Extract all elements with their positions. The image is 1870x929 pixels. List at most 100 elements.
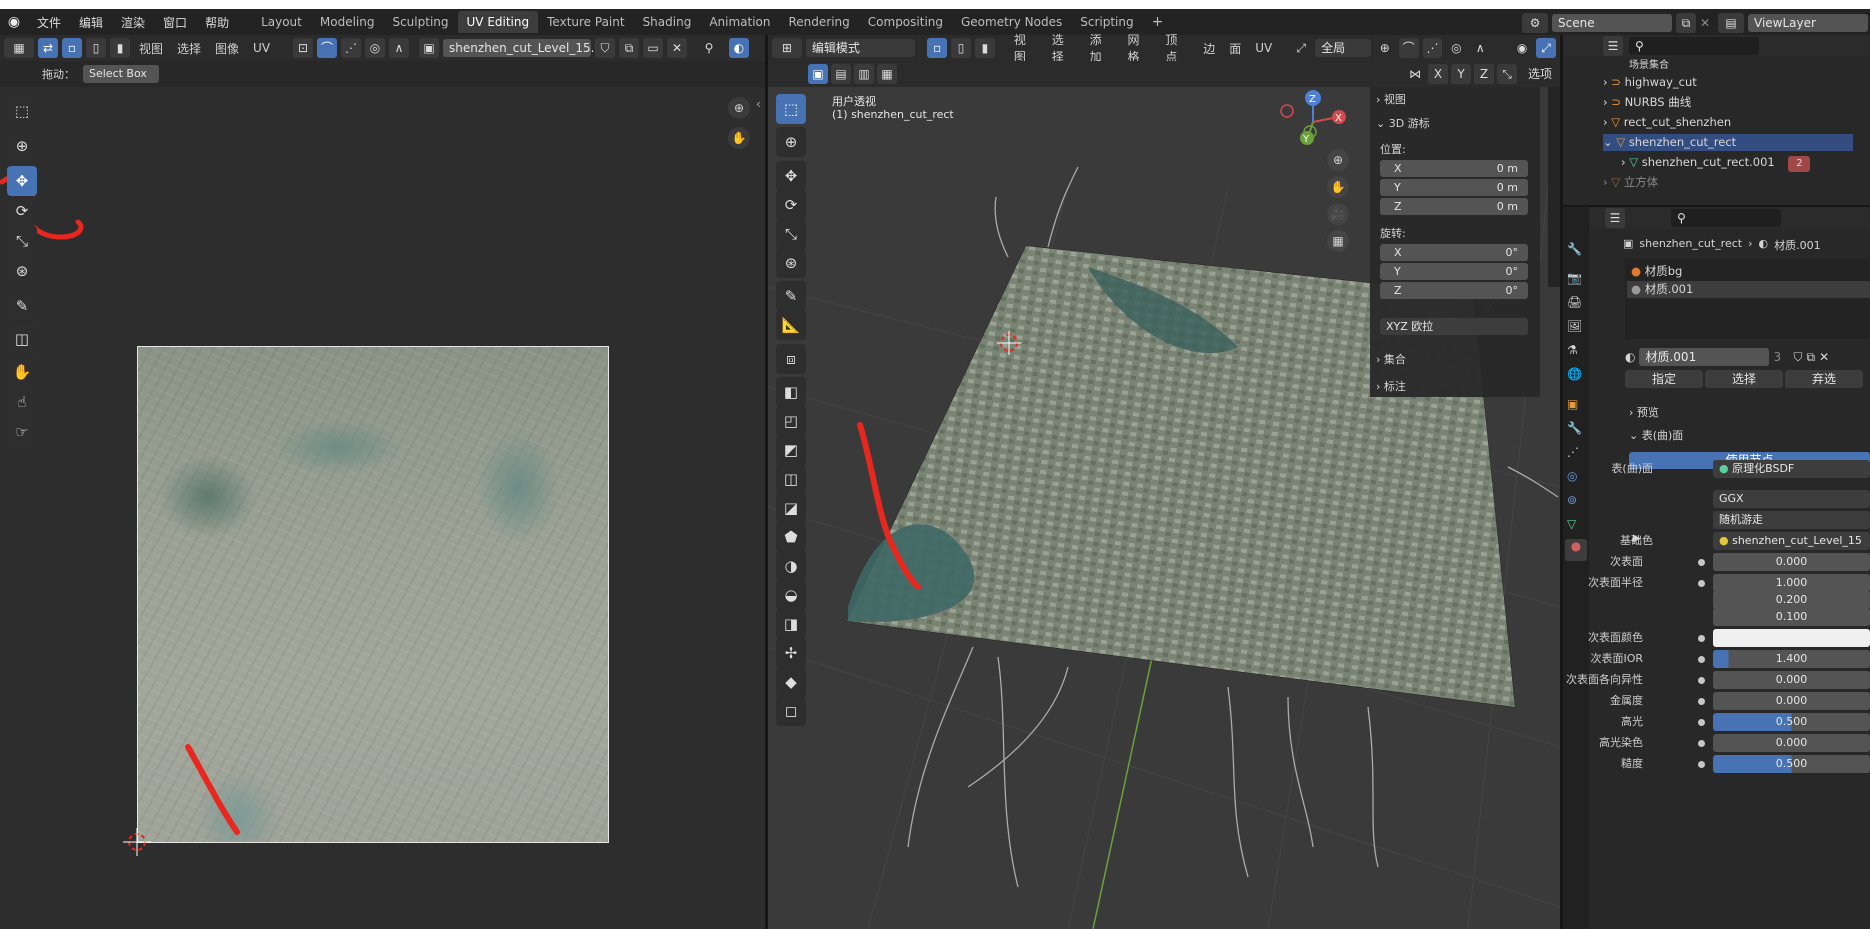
uv-menu-view[interactable]: 视图 [134, 40, 168, 57]
pivot-icon[interactable]: ⊡ [293, 38, 314, 58]
prop-value-field[interactable] [1713, 629, 1870, 647]
add-workspace-icon[interactable]: + [1143, 11, 1173, 33]
vp-menu-uv[interactable]: UV [1250, 41, 1277, 55]
prop-value-field[interactable]: 0.100 [1713, 608, 1870, 626]
tab-rendering[interactable]: Rendering [780, 11, 859, 33]
cursor-rot-z[interactable]: Z 0° [1380, 282, 1528, 299]
smooth-tool[interactable]: ◒ [776, 580, 806, 610]
socket-dot-icon[interactable] [1698, 740, 1705, 747]
tab-sculpting[interactable]: Sculpting [383, 11, 457, 33]
object-tab-icon[interactable]: ▣ [1567, 397, 1578, 411]
particles-tab-icon[interactable]: ⋰ [1567, 445, 1579, 459]
pin-icon[interactable]: ⚲ [699, 38, 719, 58]
n-annotation-section[interactable]: › 标注 [1376, 378, 1536, 396]
select-extend-icon[interactable]: ▤ [831, 64, 851, 84]
drag-mode-select[interactable]: Select Box [83, 65, 159, 83]
select-box-tool[interactable]: ⬚ [7, 96, 37, 126]
vp-menu-edge[interactable]: 边 [1198, 40, 1220, 57]
duplicate-material-icon[interactable]: ⧉ [1807, 350, 1816, 365]
falloff-icon[interactable]: ∧ [389, 38, 410, 58]
menu-help[interactable]: 帮助 [196, 14, 238, 31]
prop-value-field[interactable]: 0.000 [1713, 553, 1870, 571]
tool-tab-icon[interactable]: 🔧 [1567, 242, 1582, 256]
cursor-loc-y[interactable]: Y 0 m [1380, 179, 1528, 196]
outliner-filter-icon[interactable]: ☰ [1603, 36, 1623, 56]
tab-texture-paint[interactable]: Texture Paint [538, 11, 633, 33]
vp-annotate-tool[interactable]: ✎ [776, 281, 806, 311]
slot-item-bg[interactable]: ● 材质bg [1631, 263, 1682, 280]
sss-method-select[interactable]: 随机游走 [1713, 511, 1870, 529]
editor-type-icon[interactable]: ▦ [4, 38, 34, 58]
face-select-icon[interactable]: ▮ [110, 38, 130, 58]
relax-tool[interactable]: ☝ [7, 387, 37, 417]
knife-tool[interactable]: ◪ [776, 493, 806, 523]
vp-menu-face[interactable]: 面 [1224, 40, 1246, 57]
auto-merge-icon[interactable]: ⤡ [1497, 64, 1517, 84]
tab-uv-editing[interactable]: UV Editing [457, 11, 539, 33]
prop-value-field[interactable]: 0.000 [1713, 692, 1870, 710]
prop-value-field[interactable]: 0.200 [1713, 591, 1870, 609]
n-cursor-section[interactable]: ⌄ 3D 游标 [1376, 115, 1536, 133]
camera-view-icon[interactable]: 🎥 [1327, 203, 1349, 225]
scene-tab-icon[interactable]: ⚗ [1567, 343, 1578, 357]
viewlayer-icon[interactable]: ▤ [1718, 13, 1744, 33]
uv-menu-uv[interactable]: UV [248, 41, 275, 55]
blender-logo-icon[interactable]: ◉ [0, 14, 28, 30]
menu-edit[interactable]: 编辑 [70, 14, 112, 31]
uv-menu-image[interactable]: 图像 [210, 40, 244, 57]
properties-search[interactable]: ⚲ [1671, 209, 1781, 227]
face-mode-icon[interactable]: ▮ [974, 38, 995, 58]
options-menu[interactable]: 选项 [1520, 64, 1560, 84]
shear-tool[interactable]: ◆ [776, 667, 806, 697]
constraints-tab-icon[interactable]: ⊚ [1567, 493, 1577, 507]
pan-icon[interactable]: ✋ [728, 127, 750, 149]
visibility-icon[interactable]: ◉ [1512, 38, 1532, 58]
snap-icon[interactable]: ⌒ [317, 38, 338, 58]
snap-target-icon[interactable]: ⋰ [341, 38, 362, 58]
zoom-icon[interactable]: ⊕ [728, 97, 750, 119]
modifier-tab-icon[interactable]: 🔧 [1567, 421, 1582, 435]
select-new-icon[interactable]: ▣ [808, 64, 828, 84]
image-name-field[interactable]: shenzhen_cut_Level_15.tif [443, 39, 607, 57]
image-browse-icon[interactable]: ▣ [419, 38, 440, 58]
scale-tool[interactable]: ⤡ [7, 226, 37, 256]
tab-modeling[interactable]: Modeling [311, 11, 384, 33]
outliner-scene-collection[interactable]: 场景集合 [1629, 57, 1669, 74]
cursor-rot-y[interactable]: Y 0° [1380, 263, 1528, 280]
rip-tool[interactable]: ◫ [7, 324, 37, 354]
outliner-item-highway[interactable]: › ⊃ highway_cut [1603, 74, 1697, 91]
vp-menu-vertex[interactable]: 顶点 [1160, 31, 1194, 65]
outliner-search[interactable]: ⚲ [1629, 37, 1759, 55]
socket-dot-icon[interactable] [1698, 580, 1705, 587]
prop-value-field[interactable]: 0.500 [1713, 713, 1870, 731]
sync-selection-icon[interactable]: ⇄ [38, 38, 58, 58]
transform-orientation-select[interactable]: 全局 [1315, 39, 1371, 57]
vp-select-box-tool[interactable]: ⬚ [776, 94, 806, 124]
menu-render[interactable]: 渲染 [112, 14, 154, 31]
add-cube-tool[interactable]: ⧈ [776, 344, 806, 374]
cursor-tool[interactable]: ⊕ [7, 131, 37, 161]
rotate-tool[interactable]: ⟳ [7, 196, 37, 226]
output-tab-icon[interactable]: 🖨 [1567, 295, 1582, 309]
shrink-fatten-tool[interactable]: ✢ [776, 638, 806, 668]
open-image-icon[interactable]: ▭ [643, 38, 664, 58]
data-tab-icon[interactable]: ▽ [1567, 517, 1576, 531]
gizmo-toggle-icon[interactable]: ◐ [729, 38, 750, 58]
uv-editor-canvas[interactable]: ⬚ ⊕ ✥ ⟳ ⤡ ⊛ ✎ ◫ ✋ ☝ ☞ ⊕ ✋ ‹ [0, 87, 765, 929]
fake-user-icon[interactable]: ⛉ [595, 38, 616, 58]
prop-value-field[interactable]: 0.000 [1713, 734, 1870, 752]
pivot-point-icon[interactable]: ⊕ [1375, 38, 1395, 58]
assign-button[interactable]: 指定 [1625, 370, 1703, 388]
outliner-item-shenzhen[interactable]: ⌄ ▽ shenzhen_cut_rect [1603, 134, 1853, 151]
vertex-mode-icon[interactable]: ▫ [927, 38, 948, 58]
ortho-toggle-icon[interactable]: ▦ [1327, 230, 1349, 252]
material-name-field[interactable]: 材质.001 [1639, 348, 1770, 366]
mode-select[interactable]: 编辑模式 [805, 39, 916, 57]
vp-snap-icon[interactable]: ⌒ [1398, 38, 1419, 58]
pinch-tool[interactable]: ☞ [7, 417, 37, 447]
vp-scale-tool[interactable]: ⤡ [776, 219, 806, 249]
n-view-section[interactable]: › 视图 [1376, 91, 1536, 109]
prop-value-field[interactable]: 1.000 [1713, 574, 1870, 592]
mirror-x[interactable]: X [1428, 64, 1448, 84]
cursor-rot-x[interactable]: X 0° [1380, 244, 1528, 261]
